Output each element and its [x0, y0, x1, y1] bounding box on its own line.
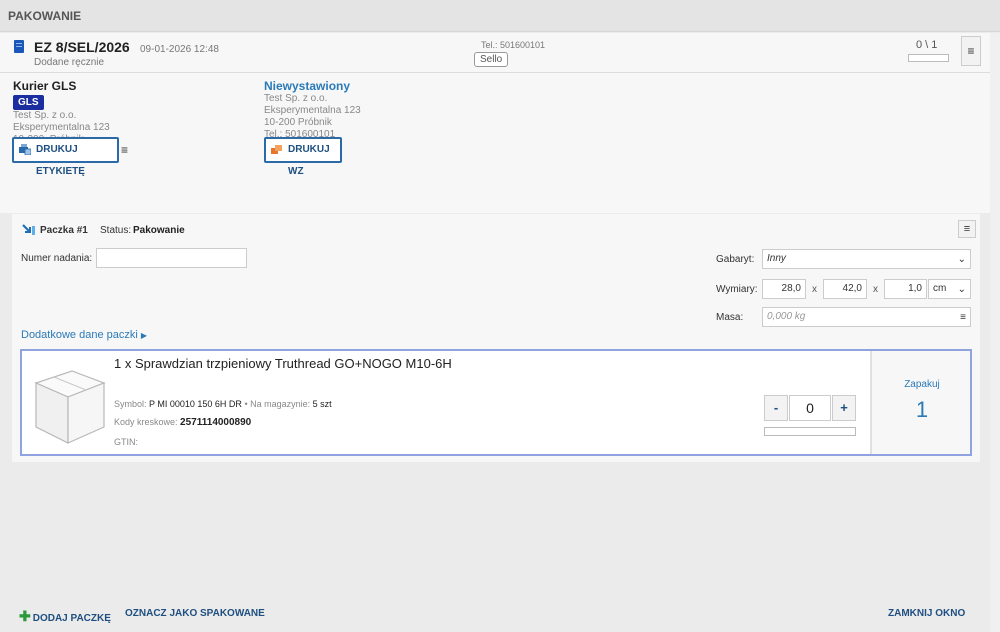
extra-package-data-text: Dodatkowe dane paczki	[21, 329, 138, 341]
dimensions-label: Wymiary:	[716, 284, 758, 295]
printer-icon	[19, 144, 31, 155]
carrier-badge: GLS	[13, 95, 44, 110]
label-menu-button[interactable]: ≡	[121, 143, 128, 157]
weight-placeholder: 0,000 kg	[767, 311, 806, 322]
quantity-input[interactable]: 0	[789, 395, 831, 421]
tracking-input[interactable]	[96, 248, 247, 268]
item-barcode-row: Kody kreskowe: 2571114000890	[114, 417, 251, 428]
plus-icon: ✚	[19, 608, 31, 624]
dimension-length-input[interactable]: 28,0	[762, 279, 806, 299]
packing-progress-bar	[908, 54, 949, 62]
chevron-down-icon: ⌄	[957, 254, 966, 265]
invoice-block: Niewystawiony Test Sp. z o.o. Eksperymen…	[264, 79, 361, 141]
weight-menu-icon[interactable]: ≡	[960, 312, 966, 323]
size-label: Gabaryt:	[716, 254, 755, 265]
page-title: PAKOWANIE	[8, 9, 82, 23]
quantity-increase-button[interactable]: +	[832, 395, 856, 421]
print-wz-icon	[271, 145, 282, 154]
item-stock-label: Na magazynie:	[250, 399, 311, 409]
item-gtin-label: GTIN:	[114, 437, 138, 447]
document-icon	[14, 40, 24, 53]
dimension-height-input[interactable]: 1,0	[884, 279, 927, 299]
weight-label: Masa:	[716, 312, 744, 323]
size-select-value: Inny	[767, 253, 786, 264]
print-wz-button[interactable]: DRUKUJ WZ	[264, 137, 342, 177]
order-number[interactable]: EZ 8/SEL/2026	[34, 39, 130, 55]
order-header: EZ 8/SEL/2026 09-01-2026 12:48 Dodane rę…	[0, 33, 990, 73]
invoice-address-line: Test Sp. z o.o.	[264, 93, 328, 104]
chevron-down-icon: ⌄	[957, 284, 966, 295]
pack-button[interactable]: Zapakuj 1	[870, 351, 970, 454]
invoice-address-line: 10-200 Próbnik	[264, 117, 332, 128]
package-menu-button[interactable]: ≡	[958, 220, 976, 238]
carrier-address-line: Eksperymentalna 123	[13, 122, 110, 133]
print-label-text: DRUKUJ ETYKIETĘ	[36, 144, 85, 177]
item-symbol-row: Symbol: P MI 00010 150 6H DR • Na magazy…	[114, 399, 332, 409]
package-title: Paczka #1	[40, 225, 88, 236]
dimension-width-input[interactable]: 42,0	[823, 279, 867, 299]
weight-input[interactable]: 0,000 kg ≡	[762, 307, 971, 327]
pack-quantity: 1	[915, 397, 929, 422]
invoice-status-link[interactable]: Niewystawiony	[264, 79, 361, 93]
order-menu-button[interactable]: ≡	[961, 36, 981, 66]
address-area: Kurier GLS GLS Test Sp. z o.o. Eksperyme…	[0, 73, 990, 213]
scrollbar[interactable]	[990, 33, 1000, 632]
dimension-unit-value: cm	[933, 283, 947, 294]
order-source: Dodane ręcznie	[34, 57, 105, 68]
add-package-text: DODAJ PACZKĘ	[32, 613, 111, 624]
order-phone: Tel.: 501600101	[481, 40, 546, 50]
item-barcode-label: Kody kreskowe:	[114, 417, 178, 427]
carrier-name: Kurier GLS	[13, 79, 77, 93]
quantity-decrease-button[interactable]: -	[764, 395, 788, 421]
package-item: 1 x Sprawdzian trzpieniowy Truthread GO+…	[20, 349, 972, 456]
tracking-label: Numer nadania:	[21, 253, 93, 264]
close-window-button[interactable]: ZAMKNIJ OKNO	[888, 608, 965, 619]
channel-badge: Sello	[474, 52, 509, 67]
carrier-address-line: Test Sp. z o.o.	[13, 110, 77, 121]
add-package-button[interactable]: ✚ DODAJ PACZKĘ	[19, 608, 111, 625]
item-stock-value: 5 szt	[312, 399, 332, 409]
print-label-button[interactable]: DRUKUJ ETYKIETĘ	[12, 137, 119, 177]
item-symbol-value: P MI 00010 150 6H DR	[149, 399, 242, 409]
item-title: 1 x Sprawdzian trzpieniowy Truthread GO+…	[114, 356, 452, 371]
dimension-separator: x	[873, 284, 878, 295]
extra-package-data-link[interactable]: Dodatkowe dane paczki ▶	[21, 329, 147, 341]
dimension-unit-select[interactable]: cm ⌄	[928, 279, 971, 299]
item-progress-bar	[764, 427, 856, 436]
item-symbol-label: Symbol:	[114, 399, 147, 409]
dimension-separator: x	[812, 284, 817, 295]
invoice-address-line: Eksperymentalna 123	[264, 105, 361, 116]
packing-progress-text: 0 \ 1	[916, 39, 938, 51]
item-barcode-value: 2571114000890	[180, 417, 252, 428]
order-date: 09-01-2026 12:48	[140, 44, 219, 55]
mark-packed-button[interactable]: OZNACZ JAKO SPAKOWANE	[125, 608, 265, 619]
size-select[interactable]: Inny ⌄	[762, 249, 971, 269]
package-status-label: Status:	[100, 225, 132, 236]
product-box-icon	[34, 370, 106, 444]
caret-right-icon: ▶	[140, 331, 148, 340]
top-bar: PAKOWANIE	[0, 0, 1000, 32]
package-card: Paczka #1 Status: Pakowanie ≡ Numer nada…	[12, 214, 980, 462]
pack-label: Zapakuj	[904, 379, 940, 390]
package-icon	[22, 224, 35, 235]
package-status-value: Pakowanie	[133, 225, 185, 236]
